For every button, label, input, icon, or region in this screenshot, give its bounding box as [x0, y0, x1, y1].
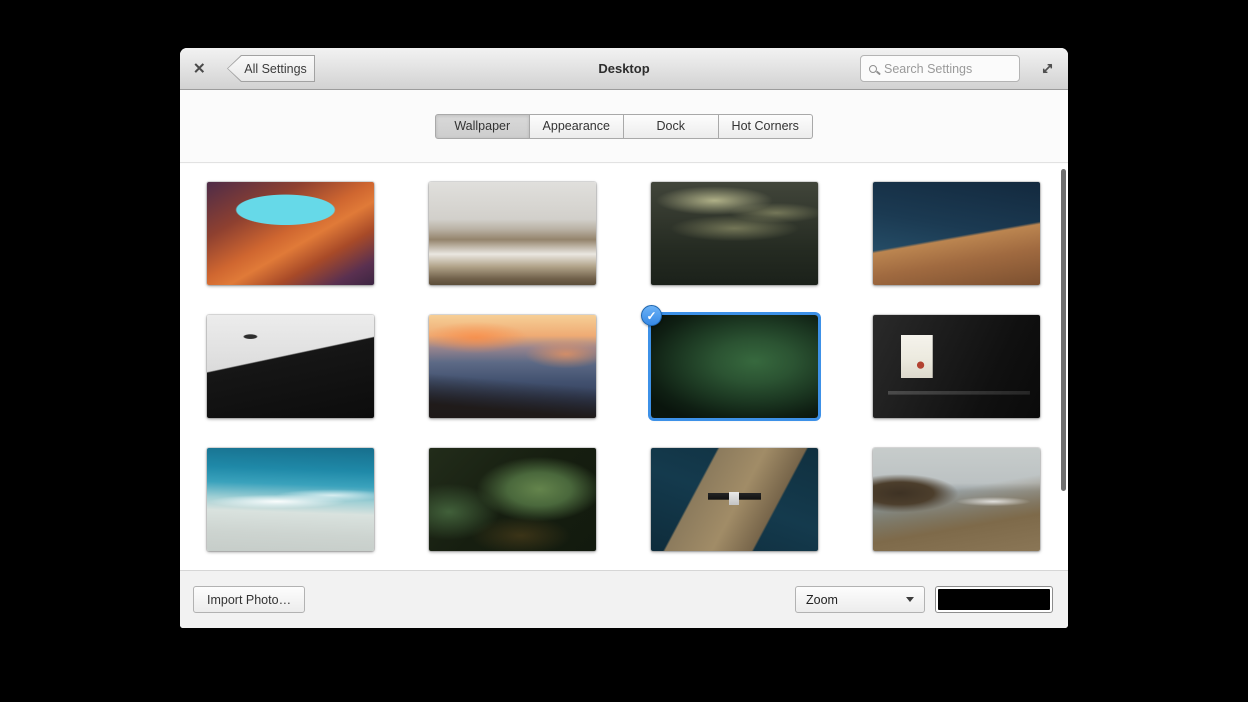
wallpaper-thumbnail-antelope-canyon[interactable] [207, 182, 374, 285]
selected-check-badge: ✓ [641, 305, 662, 326]
wallpaper-thumbnail-coastal-cliffs[interactable] [873, 448, 1040, 551]
wallpaper-image [429, 315, 596, 418]
background-color-button[interactable] [935, 586, 1053, 613]
wallpaper-image [207, 315, 374, 418]
tab-appearance[interactable]: Appearance [530, 114, 625, 139]
wallpaper-thumbnail-ocean-waves[interactable] [207, 448, 374, 551]
tab-wallpaper[interactable]: Wallpaper [435, 114, 530, 139]
wallpaper-image [429, 448, 596, 551]
wallpaper-thumbnail-wooden-dock[interactable] [873, 182, 1040, 285]
settings-window: ✕ All Settings Desktop Wallpaper Appeara… [180, 48, 1068, 628]
tab-label: Dock [657, 119, 685, 133]
search-field[interactable] [860, 55, 1020, 82]
wallpaper-image [651, 448, 818, 551]
check-icon: ✓ [646, 309, 656, 323]
close-button[interactable]: ✕ [193, 61, 206, 76]
wallpaper-thumbnail-fern[interactable]: ✓ [651, 315, 818, 418]
wallpaper-image [207, 182, 374, 285]
wallpaper-thumbnail-green-branch[interactable] [429, 448, 596, 551]
back-button-label: All Settings [228, 56, 314, 81]
tab-dock[interactable]: Dock [624, 114, 719, 139]
tab-label: Hot Corners [732, 119, 799, 133]
search-icon [869, 65, 877, 73]
footer-bar: Import Photo… Zoom [180, 570, 1068, 628]
tab-header-zone: Wallpaper Appearance Dock Hot Corners [180, 90, 1068, 163]
titlebar: ✕ All Settings Desktop [180, 48, 1068, 90]
wallpaper-image [651, 182, 818, 285]
maximize-button[interactable] [1037, 59, 1057, 79]
wallpaper-image [429, 182, 596, 285]
wallpaper-image [873, 448, 1040, 551]
wallpaper-thumbnail-bw-mountain-bird[interactable] [207, 315, 374, 418]
all-settings-back-button[interactable]: All Settings [227, 55, 315, 82]
search-input[interactable] [884, 62, 1011, 76]
wallpaper-image [207, 448, 374, 551]
zoom-dropdown[interactable]: Zoom [795, 586, 925, 613]
wallpaper-image [873, 182, 1040, 285]
wallpaper-thumbnail-paper-lantern[interactable] [873, 315, 1040, 418]
tab-bar: Wallpaper Appearance Dock Hot Corners [435, 114, 813, 139]
color-swatch-fill [938, 589, 1050, 610]
wallpaper-image [651, 315, 818, 418]
import-photo-button[interactable]: Import Photo… [193, 586, 305, 613]
wallpaper-grid-area: ✓ [180, 164, 1068, 570]
wallpaper-thumbnail-snowy-mountains[interactable] [429, 182, 596, 285]
tab-label: Appearance [543, 119, 610, 133]
expand-diagonal-icon [1040, 61, 1055, 76]
zoom-dropdown-value: Zoom [806, 593, 838, 607]
tab-label: Wallpaper [454, 119, 510, 133]
wallpaper-thumbnail-misty-forest[interactable] [651, 182, 818, 285]
chevron-down-icon [906, 597, 914, 602]
wallpaper-thumbnail-satellite-coastline[interactable] [651, 448, 818, 551]
wallpaper-image [873, 315, 1040, 418]
vertical-scrollbar[interactable] [1061, 169, 1066, 491]
tab-hot-corners[interactable]: Hot Corners [719, 114, 814, 139]
wallpaper-grid: ✓ [180, 164, 1068, 569]
wallpaper-thumbnail-sunset-mountains[interactable] [429, 315, 596, 418]
